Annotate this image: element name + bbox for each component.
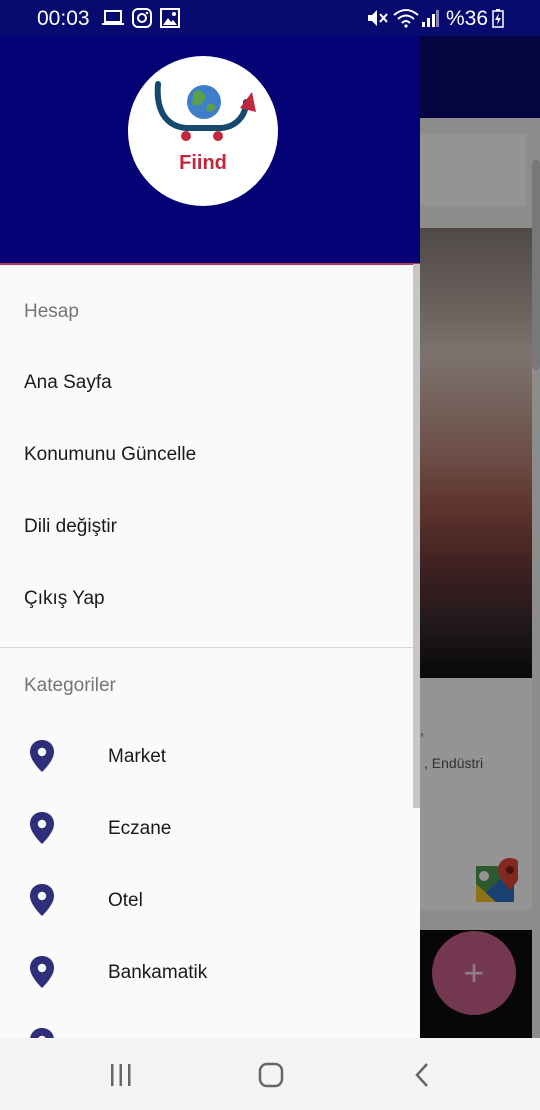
- menu-item-label: Konumunu Güncelle: [24, 444, 197, 465]
- battery-percent: %36: [446, 7, 489, 30]
- drawer-scrollbar[interactable]: [413, 264, 420, 808]
- logo-text: Fiind: [179, 152, 227, 174]
- location-pin-icon: [30, 740, 54, 772]
- wifi-icon: [393, 9, 419, 28]
- location-pin-icon: [30, 1028, 54, 1038]
- navigation-drawer: Fiind Hesap Ana Sayfa Konumunu Güncelle …: [0, 36, 420, 1038]
- cart-globe-icon: [154, 81, 256, 141]
- location-pin-icon: [30, 812, 54, 844]
- system-nav-bar: [0, 1038, 540, 1110]
- recent-apps-icon[interactable]: [106, 1060, 136, 1090]
- instagram-icon: [132, 8, 152, 28]
- status-time: 00:03: [37, 7, 90, 30]
- menu-item-label: Dili değiştir: [24, 516, 117, 537]
- category-label: Bankamatik: [108, 962, 208, 983]
- status-bar: 00:03 %36: [0, 0, 540, 36]
- section-title-categories: Kategoriler: [24, 675, 116, 696]
- category-label: Otel: [108, 890, 143, 911]
- menu-item-logout[interactable]: Çıkış Yap: [0, 564, 412, 636]
- home-icon[interactable]: [257, 1060, 287, 1090]
- menu-item-home[interactable]: Ana Sayfa: [0, 348, 412, 420]
- signal-icon: [422, 10, 439, 27]
- menu-item-update-location[interactable]: Konumunu Güncelle: [0, 420, 412, 492]
- category-item-partial[interactable]: [0, 1010, 412, 1038]
- drawer-header: Fiind: [0, 36, 420, 265]
- drawer-scrim[interactable]: [420, 36, 540, 1038]
- location-pin-icon: [30, 884, 54, 916]
- menu-item-label: Ana Sayfa: [24, 372, 112, 393]
- category-item-hotel[interactable]: Otel: [0, 866, 412, 938]
- battery-charging-icon: [492, 9, 504, 28]
- section-divider: [0, 647, 420, 648]
- mute-icon: [368, 10, 388, 26]
- category-label: Eczane: [108, 818, 172, 839]
- back-icon[interactable]: [408, 1060, 438, 1090]
- category-item-pharmacy[interactable]: Eczane: [0, 794, 412, 866]
- image-icon: [160, 8, 180, 28]
- category-item-market[interactable]: Market: [0, 722, 412, 794]
- category-item-atm[interactable]: Bankamatik: [0, 938, 412, 1010]
- category-label: Market: [108, 746, 167, 767]
- section-title-account: Hesap: [24, 301, 79, 322]
- location-pin-icon: [30, 956, 54, 988]
- menu-item-label: Çıkış Yap: [24, 588, 105, 609]
- laptop-icon: [102, 10, 124, 25]
- app-logo: Fiind: [128, 56, 278, 206]
- menu-item-change-language[interactable]: Dili değiştir: [0, 492, 412, 564]
